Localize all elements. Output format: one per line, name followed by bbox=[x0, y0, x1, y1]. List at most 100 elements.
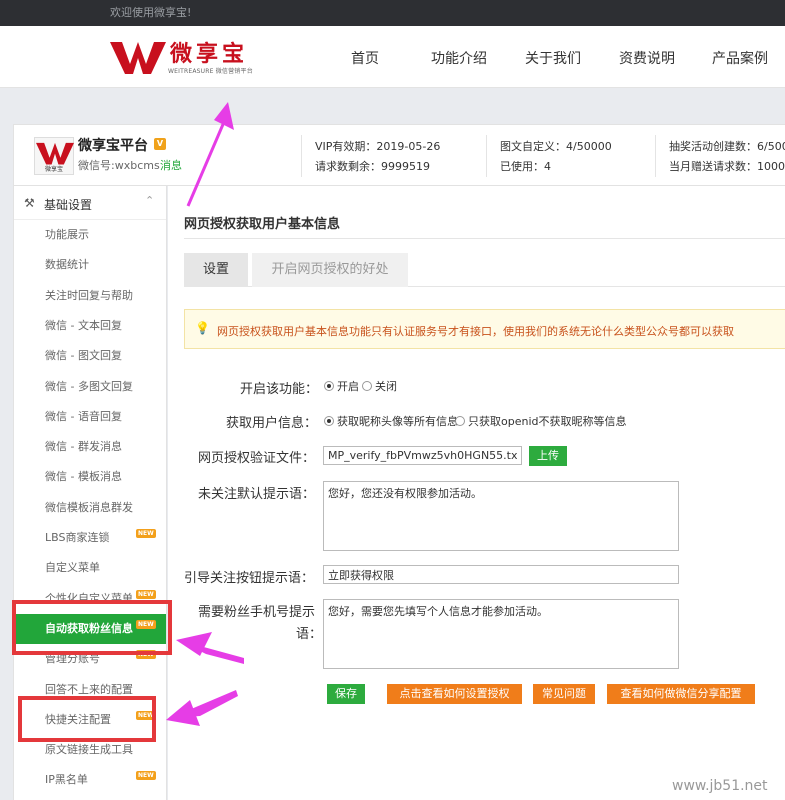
upload-button[interactable]: 上传 bbox=[529, 446, 567, 466]
enable-off-radio[interactable]: 关闭 bbox=[362, 378, 397, 394]
tab-settings[interactable]: 设置 bbox=[184, 253, 248, 287]
divider bbox=[655, 135, 656, 177]
enable-on-radio[interactable]: 开启 bbox=[324, 378, 359, 394]
message-link[interactable]: 消息 bbox=[160, 157, 182, 173]
brand-logo[interactable]: 微享宝 WEITREASURE 微信营销平台 bbox=[110, 38, 265, 78]
sidebar-item-label: 微信 - 模板消息 bbox=[45, 470, 122, 484]
sidebar-item-label: IP黑名单 bbox=[45, 773, 88, 787]
sidebar-item[interactable]: 微信 - 语音回复 bbox=[14, 402, 166, 432]
radio-icon bbox=[455, 416, 465, 426]
avatar: 微享宝 bbox=[34, 137, 74, 175]
notice-banner: 💡 网页授权获取用户基本信息功能只有认证服务号才有接口，使用我们的系统无论什么类… bbox=[184, 309, 785, 349]
new-badge: NEW bbox=[136, 589, 156, 599]
welcome-bar: 欢迎使用微享宝! bbox=[0, 0, 785, 26]
watermark: www.jb51.net bbox=[672, 778, 768, 794]
sidebar-item[interactable]: 关注时回复与帮助 bbox=[14, 281, 166, 311]
sidebar-item[interactable]: 微信 - 文本回复 bbox=[14, 311, 166, 341]
sidebar-item[interactable]: 微信模板消息群发 bbox=[14, 493, 166, 523]
userinfo-label: 获取用户信息： bbox=[226, 416, 318, 431]
sidebar-item[interactable]: 微信 - 图文回复 bbox=[14, 341, 166, 371]
lightbulb-icon: 💡 bbox=[195, 321, 210, 335]
stat-monthly-gift: 当月赠送请求数：100000 bbox=[669, 160, 785, 173]
sidebar-item-label: 微信 - 图文回复 bbox=[45, 349, 122, 363]
account-name: 微享宝平台 bbox=[78, 138, 148, 154]
logo-text: 微享宝 bbox=[170, 41, 249, 67]
radio-icon bbox=[362, 381, 372, 391]
nav-home[interactable]: 首页 bbox=[351, 48, 379, 68]
userinfo-all-radio[interactable]: 获取昵称头像等所有信息 bbox=[324, 413, 458, 429]
stat-lottery: 抽奖活动创建数：6/500 bbox=[669, 140, 785, 153]
highlight-box bbox=[18, 696, 156, 742]
new-badge: NEW bbox=[136, 771, 156, 781]
faq-button[interactable]: 常见问题 bbox=[533, 684, 595, 704]
sidebar-item[interactable]: 数据统计 bbox=[14, 250, 166, 280]
sidebar-item-label: 微信 - 语音回复 bbox=[45, 409, 122, 423]
phone-textarea[interactable]: 您好，需要您先填写个人信息才能参加活动。 bbox=[323, 599, 679, 669]
share-config-button[interactable]: 查看如何做微信分享配置 bbox=[607, 684, 755, 704]
sidebar-section-title: 基础设置 bbox=[44, 198, 93, 212]
divider bbox=[184, 238, 785, 239]
stat-vip-expiry: VIP有效期：2019-05-26 bbox=[315, 140, 441, 153]
verify-file-input[interactable] bbox=[323, 446, 522, 465]
main-content: 网页授权获取用户基本信息 设置 开启网页授权的好处 💡 网页授权获取用户基本信息… bbox=[168, 186, 785, 800]
sidebar-item-label: LBS商家连锁 bbox=[45, 531, 110, 544]
sidebar-item-label: 微信 - 群发消息 bbox=[45, 440, 122, 454]
header: 微享宝 WEITREASURE 微信营销平台 首页 功能介绍 关于我们 资费说明… bbox=[0, 26, 785, 88]
nav-pricing[interactable]: 资费说明 bbox=[619, 48, 675, 68]
avatar-caption: 微享宝 bbox=[44, 166, 63, 173]
nav-features[interactable]: 功能介绍 bbox=[431, 48, 487, 68]
w-logo-icon bbox=[110, 42, 166, 74]
sidebar-item[interactable]: LBS商家连锁 NEW bbox=[14, 523, 166, 553]
phone-label-cont: 语： bbox=[296, 627, 323, 642]
guide-input[interactable] bbox=[323, 565, 679, 584]
sidebar-item-label: 关注时回复与帮助 bbox=[45, 288, 133, 302]
tab-benefits[interactable]: 开启网页授权的好处 bbox=[252, 253, 408, 287]
unfollow-textarea[interactable]: 您好，您还没有权限参加活动。 bbox=[323, 481, 679, 551]
guide-label: 引导关注按钮提示语： bbox=[184, 571, 315, 586]
wechat-id: 微信号:wxbcms bbox=[78, 159, 160, 172]
sidebar-section-basic[interactable]: ⚒ 基础设置 ⌃ bbox=[14, 186, 166, 220]
enable-label: 开启该功能： bbox=[240, 382, 319, 397]
phone-label: 需要粉丝手机号提示 bbox=[198, 605, 316, 620]
sidebar-item-label: 功能展示 bbox=[45, 228, 89, 241]
notice-text: 网页授权获取用户基本信息功能只有认证服务号才有接口，使用我们的系统无论什么类型公… bbox=[217, 325, 734, 338]
tools-icon: ⚒ bbox=[24, 196, 35, 210]
divider bbox=[486, 135, 487, 177]
sidebar-item-label: 微信 - 文本回复 bbox=[45, 318, 122, 332]
vip-icon: V bbox=[154, 138, 166, 150]
save-button[interactable]: 保存 bbox=[327, 684, 365, 704]
account-panel: 微享宝 微享宝平台 V 微信号:wxbcms 消息 VIP有效期：2019-05… bbox=[13, 124, 785, 186]
sidebar-item-label: 微信模板消息群发 bbox=[45, 500, 133, 514]
sidebar-item[interactable]: 功能展示 bbox=[14, 220, 166, 250]
tab-bar: 设置 开启网页授权的好处 bbox=[184, 253, 785, 287]
sidebar-item-label: 微信 - 多图文回复 bbox=[45, 379, 133, 393]
sidebar-item-label: 原文链接生成工具 bbox=[45, 743, 133, 757]
radio-checked-icon bbox=[324, 381, 334, 391]
nav-about[interactable]: 关于我们 bbox=[525, 48, 581, 68]
nav-cases[interactable]: 产品案例 bbox=[712, 48, 768, 68]
sidebar-item-label: 数据统计 bbox=[45, 258, 89, 272]
sidebar-item-label: 回答不上来的配置 bbox=[45, 682, 133, 696]
w-avatar-icon bbox=[36, 142, 74, 165]
chevron-up-icon[interactable]: ⌃ bbox=[145, 194, 154, 207]
radio-checked-icon bbox=[324, 416, 334, 426]
highlight-box bbox=[12, 600, 172, 655]
logo-subtext: WEITREASURE 微信营销平台 bbox=[168, 68, 253, 75]
welcome-text: 欢迎使用微享宝! bbox=[110, 6, 192, 19]
stat-used: 已使用：4 bbox=[500, 160, 551, 173]
new-badge: NEW bbox=[136, 529, 156, 538]
verify-file-label: 网页授权验证文件： bbox=[198, 451, 316, 466]
userinfo-openid-radio[interactable]: 只获取openid不获取昵称等信息 bbox=[455, 413, 627, 429]
sidebar-item-label: 自定义菜单 bbox=[45, 561, 100, 575]
howto-auth-button[interactable]: 点击查看如何设置授权 bbox=[387, 684, 522, 704]
sidebar-item[interactable]: IP黑名单 NEW bbox=[14, 765, 166, 795]
divider bbox=[301, 135, 302, 177]
stat-custom-news: 图文自定义：4/50000 bbox=[500, 140, 612, 153]
sidebar-item[interactable]: 自定义菜单 bbox=[14, 553, 166, 583]
sidebar-item[interactable]: 微信 - 多图文回复 bbox=[14, 372, 166, 402]
stat-requests-left: 请求数剩余：9999519 bbox=[315, 160, 430, 173]
page-title: 网页授权获取用户基本信息 bbox=[184, 217, 341, 232]
sidebar-item[interactable]: 微信 - 群发消息 bbox=[14, 432, 166, 462]
unfollow-label: 未关注默认提示语： bbox=[198, 487, 316, 502]
sidebar-item[interactable]: 微信 - 模板消息 bbox=[14, 462, 166, 492]
